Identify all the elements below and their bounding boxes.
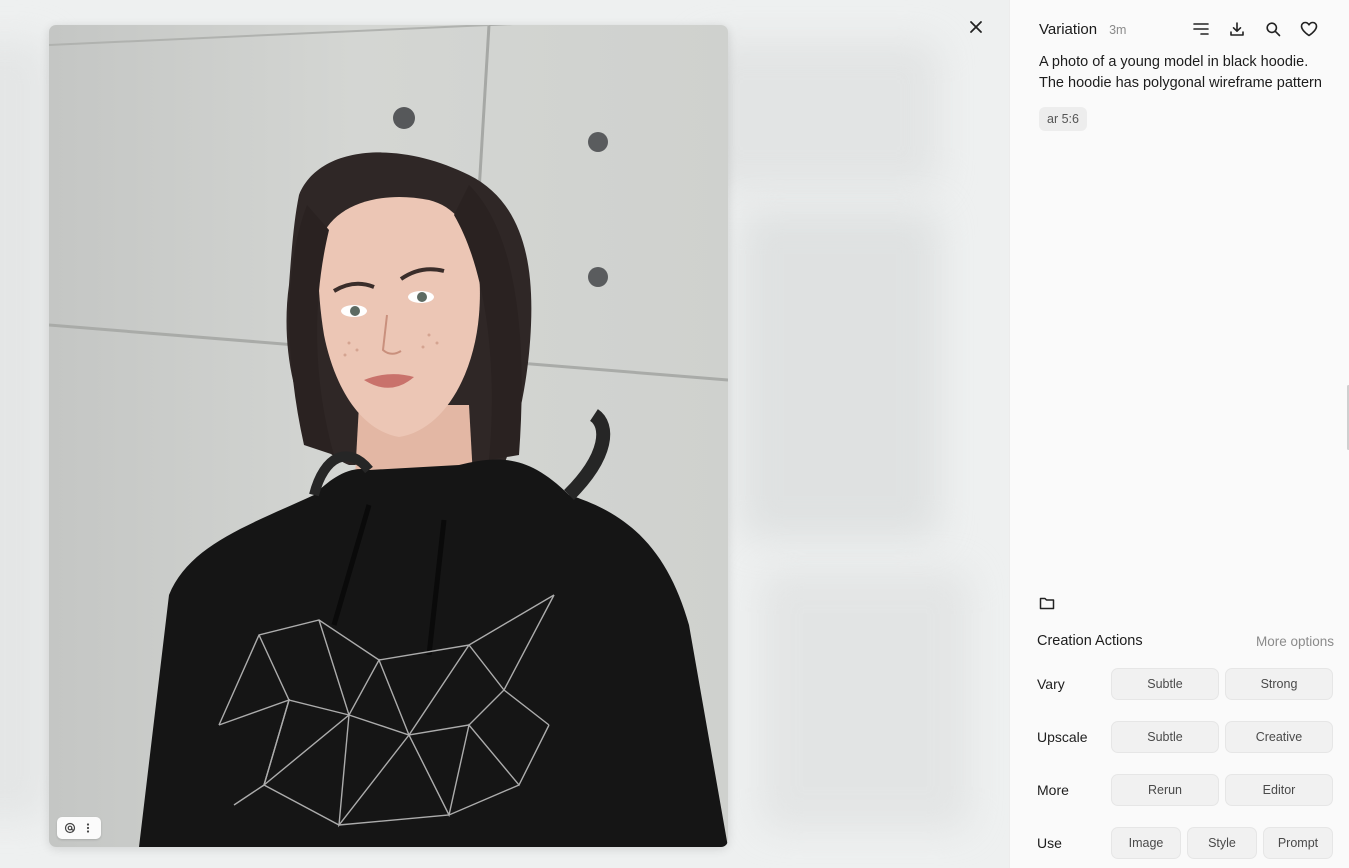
- vary-subtle-button[interactable]: Subtle: [1111, 668, 1219, 700]
- upscale-subtle-button[interactable]: Subtle: [1111, 721, 1219, 753]
- close-button[interactable]: [964, 17, 988, 41]
- folder-icon: [1039, 596, 1055, 615]
- more-vertical-icon[interactable]: [80, 820, 96, 836]
- row-label: More: [1037, 782, 1069, 798]
- more-row: More Rerun Editor: [1037, 774, 1334, 806]
- backdrop-blur: [740, 210, 940, 540]
- close-icon: [969, 20, 983, 39]
- row-label: Vary: [1037, 676, 1065, 692]
- at-icon[interactable]: [62, 820, 78, 836]
- image-viewer: [0, 0, 1009, 868]
- panel-title: Variation: [1039, 20, 1098, 38]
- image-chip[interactable]: [57, 817, 101, 839]
- upscale-row: Upscale Subtle Creative: [1037, 721, 1334, 753]
- use-style-button[interactable]: Style: [1187, 827, 1257, 859]
- creation-actions-title: Creation Actions: [1037, 633, 1143, 649]
- menu-lines-icon[interactable]: [1189, 17, 1213, 41]
- prompt-line: The hoodie has polygonal wireframe patte…: [1039, 75, 1322, 91]
- header-toolbar: [1189, 17, 1321, 41]
- row-label: Upscale: [1037, 729, 1088, 745]
- vary-row: Vary Subtle Strong: [1037, 668, 1334, 700]
- use-prompt-button[interactable]: Prompt: [1263, 827, 1333, 859]
- search-icon[interactable]: [1261, 17, 1285, 41]
- vary-strong-button[interactable]: Strong: [1225, 668, 1333, 700]
- aspect-ratio-badge: ar 5:6: [1039, 107, 1087, 131]
- backdrop-blur: [700, 40, 940, 190]
- timestamp: 3m: [1109, 23, 1127, 37]
- upscale-creative-button[interactable]: Creative: [1225, 721, 1333, 753]
- folder-button[interactable]: [1037, 595, 1057, 615]
- prompt-line: A photo of a young model in black hoodie…: [1039, 54, 1309, 70]
- download-icon[interactable]: [1225, 17, 1249, 41]
- more-options-link[interactable]: More options: [1256, 634, 1334, 649]
- backdrop-blur: [0, 40, 50, 820]
- details-panel: Variation 3m A photo of a young model in…: [1009, 0, 1349, 868]
- use-image-button[interactable]: Image: [1111, 827, 1181, 859]
- creation-actions-header: Creation Actions More options: [1037, 633, 1334, 649]
- prompt-text[interactable]: A photo of a young model in black hoodie…: [1039, 52, 1344, 94]
- rerun-button[interactable]: Rerun: [1111, 774, 1219, 806]
- generated-image[interactable]: [49, 25, 728, 847]
- row-label: Use: [1037, 835, 1062, 851]
- backdrop-blur: [760, 570, 970, 830]
- panel-header: Variation 3m: [1039, 18, 1333, 40]
- editor-button[interactable]: Editor: [1225, 774, 1333, 806]
- heart-icon[interactable]: [1297, 17, 1321, 41]
- use-row: Use Image Style Prompt: [1037, 827, 1334, 859]
